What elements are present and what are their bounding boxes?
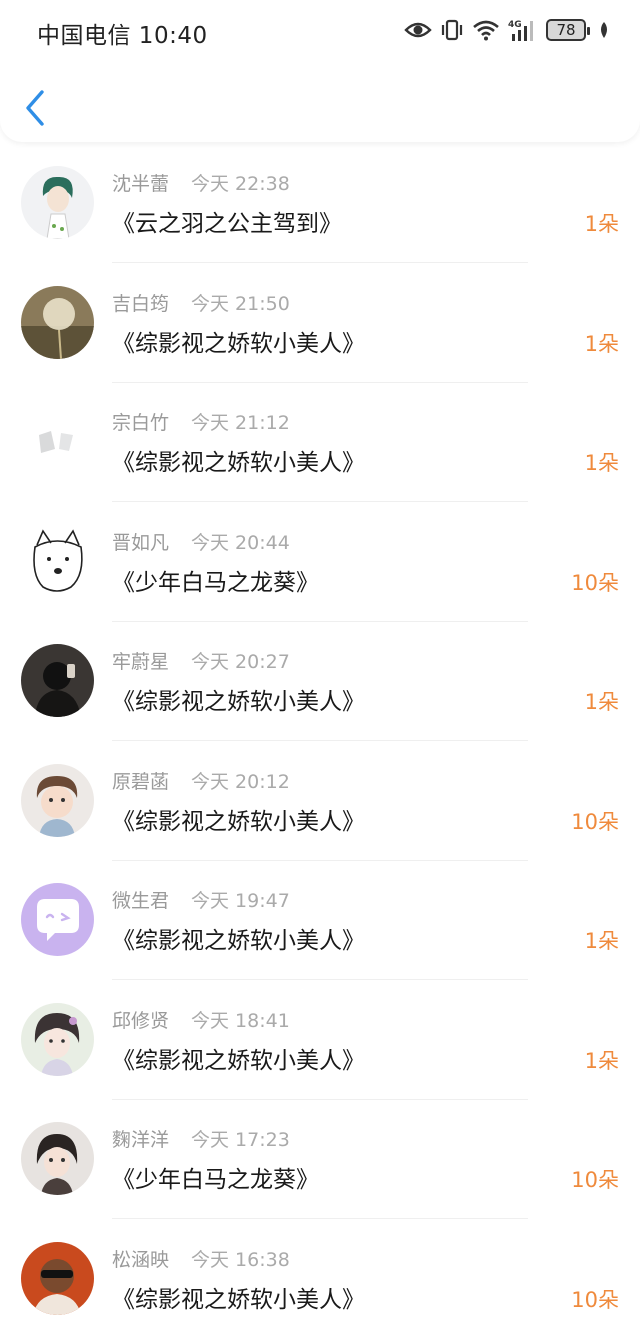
divider — [112, 262, 528, 263]
avatar[interactable] — [21, 883, 94, 956]
timestamp: 今天 19:47 — [191, 890, 290, 912]
divider — [112, 740, 528, 741]
avatar[interactable] — [21, 524, 94, 598]
flower-count: 1朵 — [584, 212, 619, 236]
flower-count: 1朵 — [584, 690, 619, 714]
list-item[interactable]: 微生君 今天 19:47 《综影视之娇软小美人》 1朵 — [0, 869, 640, 989]
flower-count: 1朵 — [584, 1048, 619, 1073]
book-title: 《云之羽之公主驾到》 — [112, 211, 342, 237]
avatar[interactable] — [21, 1241, 94, 1315]
user-name: 松涵映 — [112, 1248, 170, 1271]
user-name: 麴洋洋 — [112, 1129, 170, 1151]
list-item[interactable]: 沈半蕾 今天 22:38 《云之羽之公主驾到》 1朵 — [0, 152, 640, 272]
book-title: 《少年白马之龙葵》 — [112, 1167, 319, 1193]
list-item[interactable]: 牢蔚星 今天 20:27 《综影视之娇软小美人》 1朵 — [0, 630, 640, 750]
signal-icon: 4G — [508, 18, 538, 42]
user-name: 微生君 — [112, 890, 170, 912]
avatar[interactable] — [21, 166, 94, 239]
flower-count: 10朵 — [571, 1287, 619, 1312]
timestamp: 今天 20:12 — [191, 770, 290, 793]
list-item[interactable]: 松涵映 今天 16:38 《综影视之娇软小美人》 10朵 — [0, 1228, 640, 1330]
user-name: 牢蔚星 — [112, 651, 170, 673]
wifi-icon — [472, 19, 500, 41]
divider — [112, 859, 528, 861]
divider — [112, 1098, 528, 1100]
user-name: 邱修贤 — [112, 1009, 170, 1032]
gift-record-list: 沈半蕾 今天 22:38 《云之羽之公主驾到》 1朵 吉白筠 今天 21:50 … — [0, 152, 640, 1330]
avatar[interactable] — [21, 1002, 94, 1076]
list-item[interactable]: 麴洋洋 今天 17:23 《少年白马之龙葵》 10朵 — [0, 1108, 640, 1228]
book-title: 《综影视之娇软小美人》 — [112, 330, 365, 357]
flower-count: 1朵 — [584, 331, 619, 356]
list-item[interactable]: 邱修贤 今天 18:41 《综影视之娇软小美人》 1朵 — [0, 989, 640, 1109]
divider — [112, 381, 528, 383]
vibrate-icon — [440, 18, 464, 42]
timestamp: 今天 18:41 — [191, 1009, 290, 1032]
user-name: 沈半蕾 — [112, 173, 170, 195]
back-button[interactable] — [18, 86, 54, 130]
user-name: 原碧菡 — [112, 770, 170, 793]
divider — [112, 501, 528, 502]
flower-count: 1朵 — [584, 929, 619, 953]
app-header: 中国电信 10:40 4G 78 — [0, 0, 640, 142]
status-bar: 中国电信 10:40 4G 78 — [0, 0, 640, 60]
leaf-icon — [598, 21, 610, 39]
status-icons: 4G 78 — [404, 14, 610, 46]
book-title: 《综影视之娇软小美人》 — [112, 1286, 365, 1313]
list-item[interactable]: 晋如凡 今天 20:44 《少年白马之龙葵》 10朵 — [0, 511, 640, 631]
divider — [112, 979, 528, 980]
book-title: 《综影视之娇软小美人》 — [112, 1047, 365, 1074]
list-item[interactable]: 宗白竹 今天 21:12 《综影视之娇软小美人》 1朵 — [0, 391, 640, 511]
book-title: 《综影视之娇软小美人》 — [112, 928, 365, 954]
timestamp: 今天 22:38 — [191, 173, 290, 195]
user-name: 宗白竹 — [112, 412, 170, 434]
chevron-left-icon — [18, 90, 54, 134]
battery-indicator: 78 — [546, 19, 590, 41]
avatar[interactable] — [21, 1122, 94, 1195]
timestamp: 今天 17:23 — [191, 1129, 290, 1151]
book-title: 《综影视之娇软小美人》 — [112, 450, 365, 476]
avatar[interactable] — [21, 644, 94, 717]
flower-count: 10朵 — [571, 570, 619, 595]
timestamp: 今天 16:38 — [191, 1248, 290, 1271]
timestamp: 今天 21:50 — [191, 292, 290, 315]
svg-text:4G: 4G — [508, 20, 522, 30]
avatar[interactable] — [21, 405, 94, 478]
user-name: 吉白筠 — [112, 292, 170, 315]
flower-count: 10朵 — [571, 809, 619, 834]
avatar[interactable] — [21, 285, 94, 359]
user-name: 晋如凡 — [112, 531, 170, 554]
book-title: 《少年白马之龙葵》 — [112, 569, 319, 596]
divider — [112, 620, 528, 622]
book-title: 《综影视之娇软小美人》 — [112, 689, 365, 715]
timestamp: 今天 20:27 — [191, 651, 290, 673]
book-title: 《综影视之娇软小美人》 — [112, 808, 365, 835]
carrier-time: 中国电信 10:40 — [37, 23, 208, 49]
avatar[interactable] — [21, 763, 94, 837]
divider — [112, 1218, 528, 1219]
list-item[interactable]: 吉白筠 今天 21:50 《综影视之娇软小美人》 1朵 — [0, 272, 640, 392]
eye-icon — [404, 20, 432, 40]
flower-count: 1朵 — [584, 451, 619, 475]
timestamp: 今天 21:12 — [191, 412, 290, 434]
list-item[interactable]: 原碧菡 今天 20:12 《综影视之娇软小美人》 10朵 — [0, 750, 640, 870]
flower-count: 10朵 — [571, 1168, 619, 1192]
timestamp: 今天 20:44 — [191, 531, 290, 554]
